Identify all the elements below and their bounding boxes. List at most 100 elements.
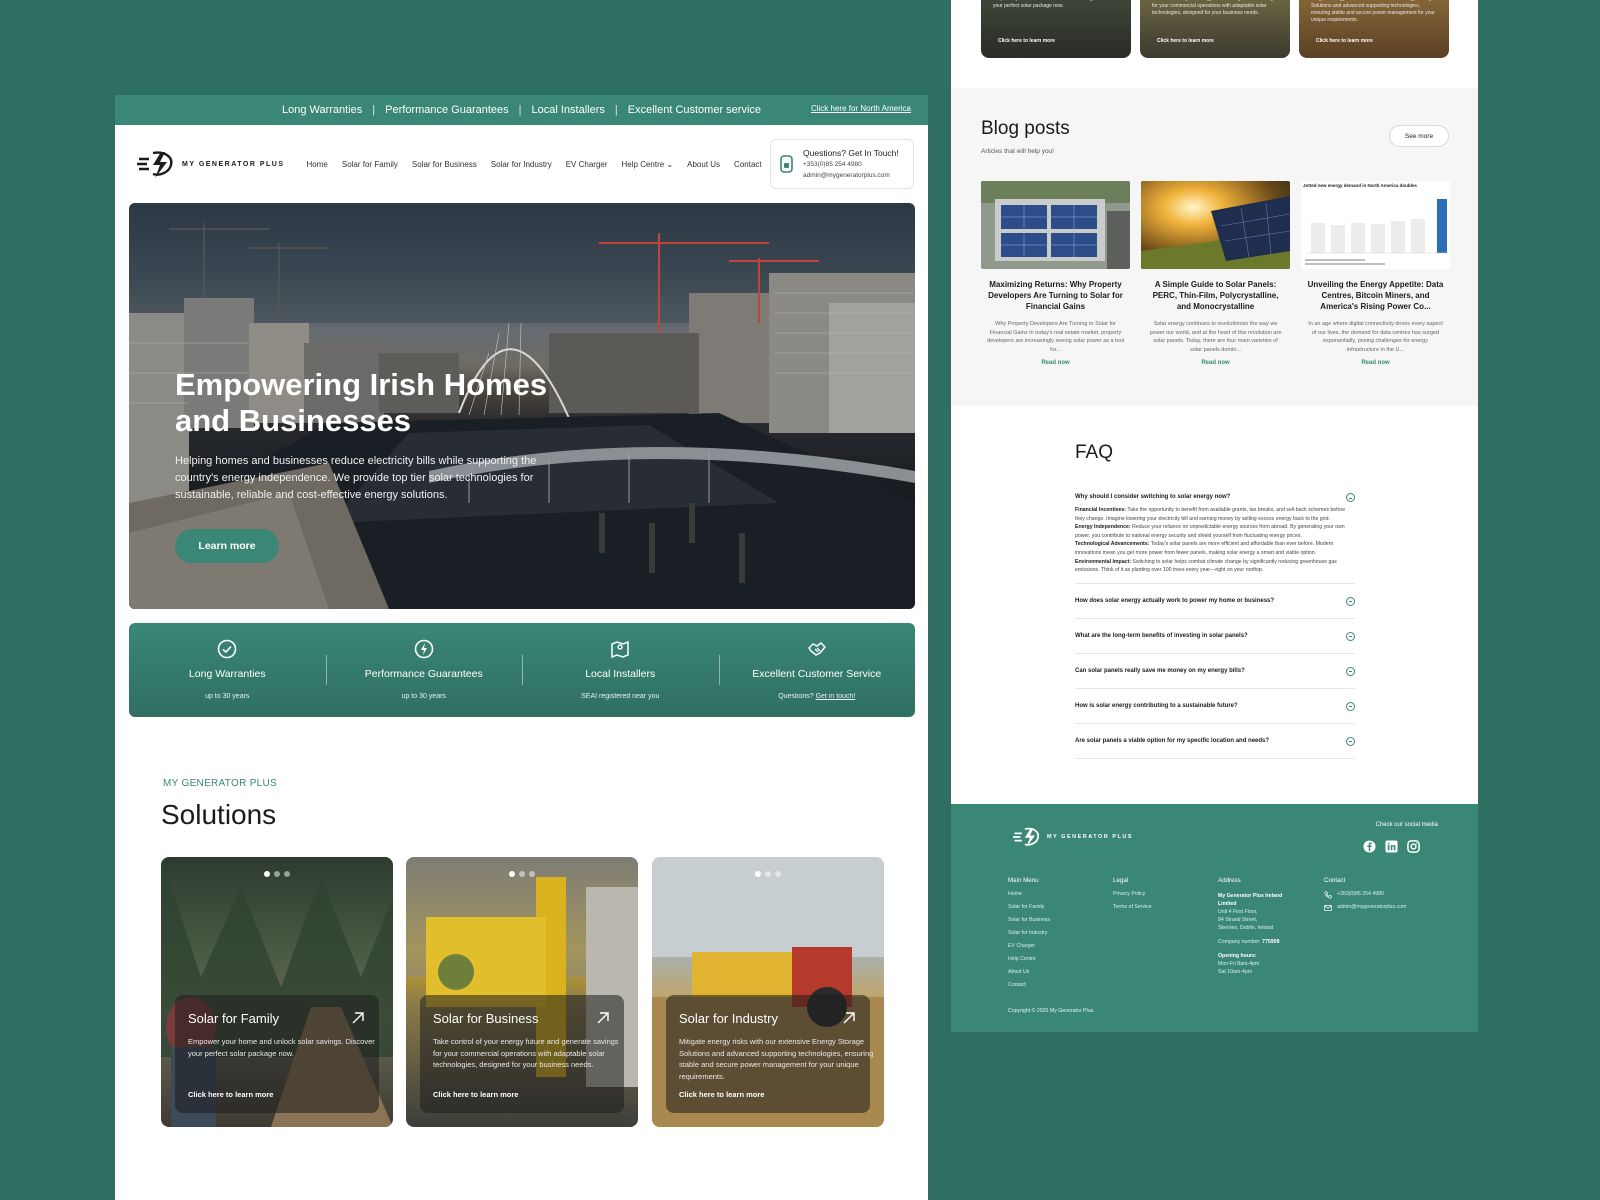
- topbar-item-service[interactable]: Excellent Customer service: [628, 104, 761, 116]
- nav-item-home[interactable]: Home: [307, 160, 328, 169]
- footer-phone[interactable]: +353(0)85 254 4980: [1324, 888, 1406, 901]
- blog-post-title[interactable]: A Simple Guide to Solar Panels: PERC, Th…: [1141, 279, 1290, 312]
- solution-card-cropped[interactable]: Empower your home and unlock solar savin…: [981, 0, 1131, 58]
- linkedin-icon[interactable]: [1385, 840, 1398, 853]
- solution-card-cropped[interactable]: Mitigate energy risks with our extensive…: [1299, 0, 1449, 58]
- blog-post-card[interactable]: A Simple Guide to Solar Panels: PERC, Th…: [1141, 181, 1290, 366]
- blog-post-card[interactable]: Maximizing Returns: Why Property Develop…: [981, 181, 1130, 366]
- nav-item-help-centre[interactable]: Help Centre ⌄: [622, 160, 674, 169]
- faq-answer-label: Technological Advancements:: [1075, 541, 1150, 548]
- learn-more-link[interactable]: Click here to learn more: [1316, 38, 1373, 44]
- topbar-item-warranties[interactable]: Long Warranties: [282, 104, 362, 116]
- footer-link[interactable]: EV Charger: [1008, 940, 1050, 953]
- facebook-icon[interactable]: [1363, 840, 1376, 853]
- arrow-up-right-icon[interactable]: [596, 1011, 610, 1025]
- learn-more-link[interactable]: Click here to learn more: [998, 38, 1055, 44]
- feature-long-warranties[interactable]: Long Warranties up to 30 years: [129, 623, 326, 717]
- feature-title: Performance Guarantees: [364, 668, 483, 680]
- carousel-dot[interactable]: [274, 871, 280, 877]
- learn-more-link[interactable]: Click here to learn more: [433, 1090, 518, 1099]
- top-announcement-bar: Long Warranties | Performance Guarantees…: [115, 95, 928, 125]
- read-now-link[interactable]: Read now: [1301, 360, 1450, 366]
- instagram-icon[interactable]: [1407, 840, 1420, 853]
- blog-post-image: Jotted new energy demand in North Americ…: [1301, 181, 1450, 269]
- expand-plus-icon[interactable]: [1346, 631, 1355, 641]
- north-america-link[interactable]: Click here for North America: [811, 104, 911, 113]
- nav-item-solar-business[interactable]: Solar for Business: [412, 160, 477, 169]
- contact-email[interactable]: admin@mygeneratorplus.com: [803, 170, 899, 181]
- faq-question[interactable]: Are solar panels a viable option for my …: [1075, 738, 1355, 744]
- footer-link[interactable]: About Us: [1008, 966, 1050, 979]
- solution-card-cropped[interactable]: Take control of your energy future and g…: [1140, 0, 1290, 58]
- contact-phone[interactable]: +353(0)85 254 4980: [803, 159, 899, 170]
- solution-card-description: Empower your home and unlock solar savin…: [993, 0, 1118, 9]
- learn-more-button[interactable]: Learn more: [175, 529, 279, 563]
- blog-post-title[interactable]: Maximizing Returns: Why Property Develop…: [981, 279, 1130, 312]
- footer-email[interactable]: admin@mygeneratorplus.com: [1324, 901, 1406, 914]
- faq-item-open[interactable]: Why should I consider switching to solar…: [1075, 486, 1355, 584]
- faq-question[interactable]: Can solar panels really save me money on…: [1075, 668, 1355, 674]
- expand-plus-icon[interactable]: [1346, 701, 1355, 711]
- footer-link[interactable]: Solar for Family: [1008, 901, 1050, 914]
- faq-question[interactable]: How does solar energy actually work to p…: [1075, 598, 1355, 604]
- faq-item[interactable]: How does solar energy actually work to p…: [1075, 584, 1355, 619]
- carousel-dot[interactable]: [765, 871, 771, 877]
- faq-question[interactable]: What are the long-term benefits of inves…: [1075, 633, 1355, 639]
- topbar-item-installers[interactable]: Local Installers: [532, 104, 605, 116]
- solutions-title: Solutions: [161, 799, 277, 830]
- nav-item-about[interactable]: About Us: [687, 160, 720, 169]
- expand-plus-icon[interactable]: [1346, 666, 1355, 676]
- solution-card-business[interactable]: Solar for Business Take control of your …: [406, 857, 638, 1127]
- carousel-dot[interactable]: [519, 871, 525, 877]
- see-more-button[interactable]: See more: [1389, 125, 1449, 147]
- carousel-dot[interactable]: [509, 871, 515, 877]
- footer-logo[interactable]: MY GENERATOR PLUS: [1011, 826, 1133, 848]
- footer-link[interactable]: Home: [1008, 888, 1050, 901]
- expand-plus-icon[interactable]: [1346, 736, 1355, 746]
- contact-box[interactable]: Questions? Get In Touch! +353(0)85 254 4…: [770, 139, 914, 189]
- expand-plus-icon[interactable]: [1346, 596, 1355, 606]
- solution-card-family[interactable]: Solar for Family Empower your home and u…: [161, 857, 393, 1127]
- read-now-link[interactable]: Read now: [981, 360, 1130, 366]
- footer-link[interactable]: Solar for Industry: [1008, 927, 1050, 940]
- faq-item[interactable]: Can solar panels really save me money on…: [1075, 654, 1355, 689]
- collapse-minus-icon[interactable]: [1346, 493, 1355, 502]
- blog-post-card[interactable]: Jotted new energy demand in North Americ…: [1301, 181, 1450, 366]
- mail-icon: [1324, 904, 1332, 911]
- faq-question[interactable]: How is solar energy contributing to a su…: [1075, 703, 1355, 709]
- blog-post-image: [1141, 181, 1290, 269]
- read-now-link[interactable]: Read now: [1141, 360, 1290, 366]
- footer-link[interactable]: Solar for Business: [1008, 914, 1050, 927]
- footer-link[interactable]: Privacy Policy: [1113, 888, 1152, 901]
- carousel-dot[interactable]: [529, 871, 535, 877]
- carousel-dot[interactable]: [775, 871, 781, 877]
- carousel-dot[interactable]: [284, 871, 290, 877]
- nav-item-contact[interactable]: Contact: [734, 160, 762, 169]
- nav-item-solar-industry[interactable]: Solar for Industry: [491, 160, 552, 169]
- arrow-up-right-icon[interactable]: [351, 1011, 365, 1025]
- carousel-dot[interactable]: [755, 871, 761, 877]
- nav-item-ev-charger[interactable]: EV Charger: [566, 160, 608, 169]
- topbar-item-guarantees[interactable]: Performance Guarantees: [385, 104, 509, 116]
- faq-question[interactable]: Why should I consider switching to solar…: [1075, 494, 1355, 500]
- arrow-up-right-icon[interactable]: [842, 1011, 856, 1025]
- brand-logo[interactable]: MY GENERATOR PLUS: [135, 149, 285, 179]
- learn-more-link[interactable]: Click here to learn more: [188, 1090, 273, 1099]
- footer-link[interactable]: Terms of Service: [1113, 901, 1152, 914]
- learn-more-link[interactable]: Click here to learn more: [1157, 38, 1214, 44]
- faq-item[interactable]: What are the long-term benefits of inves…: [1075, 619, 1355, 654]
- blog-post-title[interactable]: Unveiling the Energy Appetite: Data Cent…: [1301, 279, 1450, 312]
- feature-performance-guarantees[interactable]: Performance Guarantees up to 30 years: [325, 623, 523, 717]
- faq-item[interactable]: Are solar panels a viable option for my …: [1075, 724, 1355, 759]
- footer-column-heading: Main Menu: [1008, 877, 1039, 884]
- solution-card-industry[interactable]: Solar for Industry Mitigate energy risks…: [652, 857, 884, 1127]
- carousel-dot[interactable]: [264, 871, 270, 877]
- faq-item[interactable]: How is solar energy contributing to a su…: [1075, 689, 1355, 724]
- feature-local-installers[interactable]: Local Installers SEAI registered near yo…: [522, 623, 719, 717]
- footer-link[interactable]: Contact: [1008, 979, 1050, 992]
- feature-customer-service[interactable]: Excellent Customer Service Questions? Ge…: [718, 623, 916, 717]
- nav-item-solar-family[interactable]: Solar for Family: [342, 160, 398, 169]
- learn-more-link[interactable]: Click here to learn more: [679, 1090, 764, 1099]
- footer-link[interactable]: Help Centre: [1008, 953, 1050, 966]
- get-in-touch-link[interactable]: Get in touch!: [816, 693, 856, 700]
